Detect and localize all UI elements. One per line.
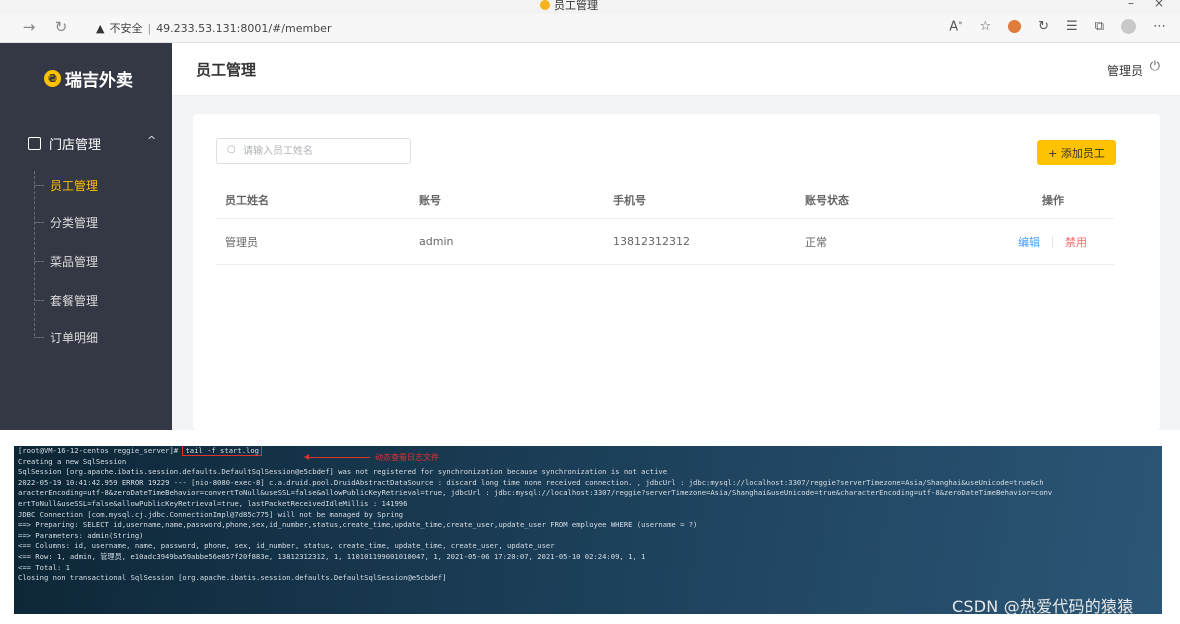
terminal-line: <== Total: 1 [18,562,70,572]
sidebar: ₴ 瑞吉外卖 门店管理 ^ 员工管理 分类管理 菜品管理 套餐管理 订单明细 [0,43,172,430]
action-divider [1052,235,1053,248]
favorites-list-icon[interactable]: ☰ [1066,19,1078,34]
chevron-up-icon: ^ [147,134,157,147]
column-header-phone: 手机号 [613,193,646,207]
address-divider: | [147,21,152,35]
security-label: 不安全 [109,22,143,35]
refresh-icon[interactable]: ↻ [52,18,70,36]
refresh-extension-icon[interactable]: ↻ [1038,19,1049,34]
row-actions: 编辑 禁用 [1018,219,1087,264]
annotation-text: 动态查看日志文件 [375,453,439,462]
terminal-line: JDBC Connection [com.mysql.cj.jdbc.Conne… [18,509,404,519]
table-header: 员工姓名 账号 手机号 账号状态 操作 [216,181,1114,219]
app-logo: ₴ 瑞吉外卖 [44,66,133,91]
sidebar-group-store[interactable]: 门店管理 ^ [0,127,172,159]
user-name[interactable]: 管理员 [1107,62,1143,79]
edit-link[interactable]: 编辑 [1018,234,1040,250]
search-box: ○ [216,138,411,164]
close-window-icon[interactable]: × [1154,0,1164,10]
sidebar-item-orders[interactable]: 订单明细 [34,321,172,353]
terminal-command: tail -f start.log [182,446,263,456]
terminal-line: <== Columns: id, username, name, passwor… [18,541,555,551]
cell-account: admin [419,235,454,248]
warning-icon: ▲ [96,21,105,35]
terminal-line: SqlSession [org.apache.ibatis.session.de… [18,467,668,477]
sidebar-item-label: 员工管理 [50,178,99,193]
address-bar-row: → ↻ ▲ 不安全 | 49.233.53.131:8001/#/member … [0,14,1180,43]
watermark: CSDN @热爱代码的猿猿 [952,597,1134,616]
sidebar-item-employees[interactable]: 员工管理 [34,169,172,201]
top-header: 员工管理 管理员 ⏻ [172,43,1180,96]
minimize-icon[interactable]: – [1128,0,1134,10]
search-icon: ○ [227,144,236,155]
terminal-line: ==> Preparing: SELECT id,username,name,p… [18,520,698,530]
terminal-window: [root@VM-16-12-centos reggie_server]# ta… [14,446,1162,614]
table-row: 管理员 admin 13812312312 正常 编辑 禁用 [216,219,1114,265]
page-title: 员工管理 [196,61,257,79]
forward-icon[interactable]: → [20,18,38,36]
column-header-account: 账号 [419,193,441,207]
terminal-line: aracterEncoding=utf-8&zeroDateTimeBehavi… [18,488,1053,498]
more-menu-icon[interactable]: ⋯ [1153,19,1166,34]
terminal-prompt-line: [root@VM-16-12-centos reggie_server]# ta… [18,446,1160,457]
sidebar-item-label: 订单明细 [50,330,99,345]
logo-text: 瑞吉外卖 [65,71,133,91]
address-bar[interactable]: ▲ 不安全 | 49.233.53.131:8001/#/member [96,20,331,36]
extension-icon[interactable] [1008,20,1022,34]
terminal-line: ertToNull&useSSL=false&allowPublicKeyRet… [18,498,408,508]
tab-title: 员工管理 [554,0,598,12]
store-icon [28,136,41,150]
cell-name: 管理员 [225,235,258,249]
search-input[interactable] [241,141,405,161]
add-employee-button[interactable]: + 添加员工 [1037,140,1116,165]
sidebar-item-label: 套餐管理 [50,293,99,308]
sidebar-item-label: 分类管理 [50,215,99,230]
sidebar-item-label: 菜品管理 [50,254,99,269]
terminal-prompt: [root@VM-16-12-centos reggie_server]# [18,446,179,455]
cell-phone: 13812312312 [613,235,690,248]
profile-avatar-icon[interactable] [1121,19,1136,35]
tab-favicon-icon [540,0,550,10]
url-text: 49.233.53.131:8001/#/member [156,21,332,35]
terminal-line: <== Row: 1, admin, 管理员, e10adc3949ba59ab… [18,551,646,561]
annotation-arrow [304,454,370,460]
browser-tab[interactable]: 员工管理 [540,0,598,13]
disable-link[interactable]: 禁用 [1065,234,1087,250]
column-header-actions: 操作 [1042,193,1064,207]
terminal-line: 2022-05-19 10:41:42.959 ERROR 19229 --- … [18,477,1044,487]
terminal-output: [root@VM-16-12-centos reggie_server]# ta… [18,446,1160,584]
terminal-line: Closing non transactional SqlSession [or… [18,573,447,583]
terminal-line: ==> Parameters: admin(String) [18,530,144,540]
logo-icon: ₴ [44,70,61,87]
browser-toolbar: A» ☆ ↻ ☰ ⧉ ⋯ [949,19,1166,34]
sidebar-group-label: 门店管理 [49,137,102,153]
browser-tab-strip: 员工管理 – × [0,0,1180,14]
read-aloud-icon[interactable]: A» [949,19,962,34]
sidebar-item-dishes[interactable]: 菜品管理 [34,245,172,277]
cell-status: 正常 [805,235,827,249]
terminal-line: Creating a new SqlSession [18,456,127,466]
sidebar-item-setmeals[interactable]: 套餐管理 [34,284,172,316]
favorite-star-icon[interactable]: ☆ [979,19,991,34]
column-header-status: 账号状态 [805,193,849,207]
column-header-name: 员工姓名 [225,193,269,207]
sidebar-item-categories[interactable]: 分类管理 [34,206,172,238]
logout-power-icon[interactable]: ⏻ [1150,59,1160,74]
collections-icon[interactable]: ⧉ [1095,19,1104,34]
